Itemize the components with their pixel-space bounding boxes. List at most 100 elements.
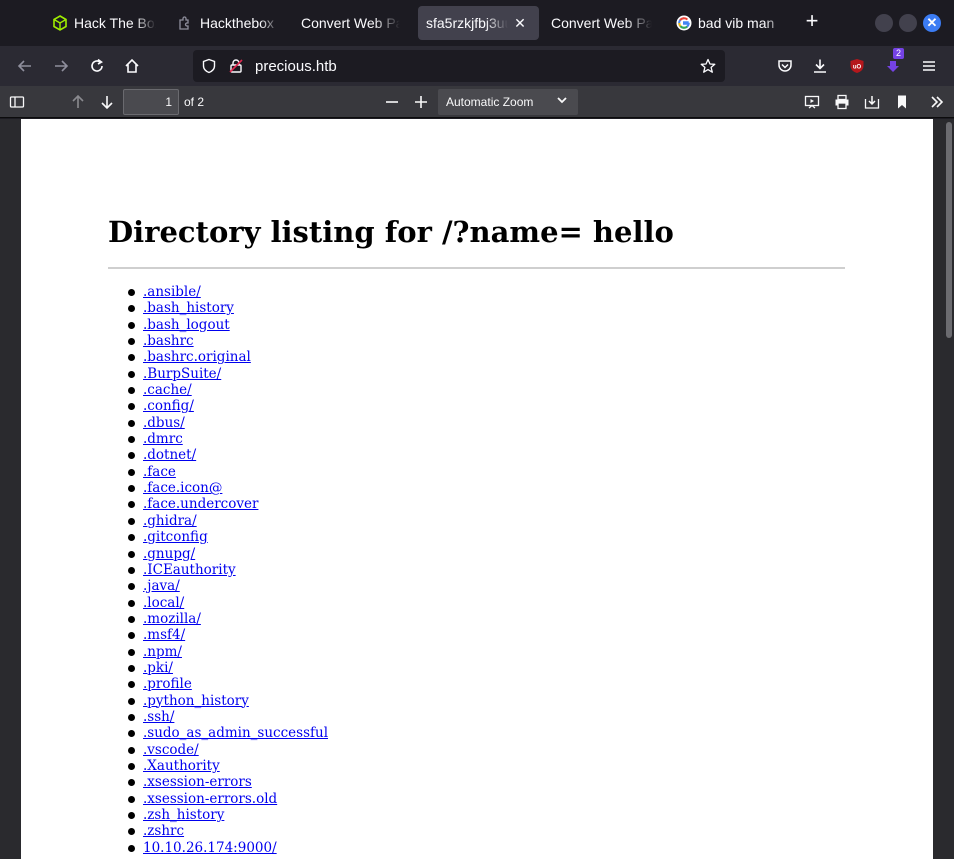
file-link[interactable]: .pki/ bbox=[143, 660, 173, 676]
file-link[interactable]: .local/ bbox=[143, 595, 184, 611]
file-link[interactable]: .gnupg/ bbox=[143, 546, 195, 562]
file-link[interactable]: .config/ bbox=[143, 398, 194, 414]
presentation-mode-button[interactable] bbox=[800, 90, 824, 114]
file-link[interactable]: .ghidra/ bbox=[143, 513, 197, 529]
minus-icon bbox=[386, 101, 398, 103]
star-bookmark-icon[interactable] bbox=[700, 58, 716, 79]
file-link[interactable]: .bash_history bbox=[143, 300, 234, 316]
save-button[interactable] bbox=[860, 90, 884, 114]
previous-page-button[interactable] bbox=[66, 90, 90, 114]
print-button[interactable] bbox=[830, 90, 854, 114]
zoom-select[interactable]: Automatic Zoom bbox=[438, 89, 578, 115]
chevron-down-icon bbox=[556, 94, 568, 109]
tools-menu-button[interactable] bbox=[925, 90, 949, 114]
google-g-icon bbox=[676, 15, 692, 31]
zoom-out-button[interactable] bbox=[380, 90, 404, 114]
file-link[interactable]: .ssh/ bbox=[143, 709, 174, 725]
url-bar[interactable]: precious.htb bbox=[193, 50, 725, 82]
presentation-icon bbox=[804, 95, 820, 109]
home-button[interactable] bbox=[120, 54, 144, 78]
arrow-up-icon bbox=[72, 94, 84, 108]
file-link[interactable]: .sudo_as_admin_successful bbox=[143, 725, 328, 741]
url-text[interactable]: precious.htb bbox=[255, 58, 337, 75]
tab-title: Hack The Box bbox=[74, 15, 156, 31]
tab-convert-web-page-2[interactable]: Convert Web Page bbox=[544, 6, 658, 40]
bookmark-button[interactable] bbox=[890, 90, 914, 114]
file-link[interactable]: .msf4/ bbox=[143, 627, 185, 643]
pocket-button[interactable] bbox=[773, 54, 797, 78]
list-item: .pki/ bbox=[127, 660, 328, 676]
file-link[interactable]: .face.undercover bbox=[143, 496, 258, 512]
file-link[interactable]: .ansible/ bbox=[143, 284, 201, 300]
downloads-button[interactable] bbox=[808, 54, 832, 78]
ublock-origin-button[interactable]: uO bbox=[845, 54, 869, 78]
file-link[interactable]: .ICEauthority bbox=[143, 562, 236, 578]
tab-close-icon[interactable]: ✕ bbox=[512, 15, 528, 32]
window-close-button[interactable]: ✕ bbox=[923, 14, 941, 32]
list-item: .face.undercover bbox=[127, 496, 328, 512]
back-button[interactable] bbox=[13, 54, 37, 78]
next-page-button[interactable] bbox=[95, 90, 119, 114]
tab-convert-web-page-1[interactable]: Convert Web Page bbox=[294, 6, 408, 40]
list-item: .face bbox=[127, 464, 328, 480]
list-item: .config/ bbox=[127, 398, 328, 414]
tab-active-pdf[interactable]: sfa5rzkjfbj3uu ✕ bbox=[418, 6, 539, 40]
file-link[interactable]: .cache/ bbox=[143, 382, 192, 398]
app-menu-button[interactable] bbox=[917, 54, 941, 78]
file-link[interactable]: .java/ bbox=[143, 578, 180, 594]
file-link[interactable]: .xsession-errors.old bbox=[143, 791, 277, 807]
file-link[interactable]: .bash_logout bbox=[143, 317, 230, 333]
tab-google-search[interactable]: bad vib man bbox=[668, 6, 786, 40]
list-item: .bashrc.original bbox=[127, 349, 328, 365]
file-link[interactable]: .gitconfig bbox=[143, 529, 208, 545]
shield-icon[interactable] bbox=[201, 58, 217, 79]
page-number-input[interactable]: 1 bbox=[123, 89, 179, 115]
file-link[interactable]: .bashrc.original bbox=[143, 349, 251, 365]
insecure-lock-icon[interactable] bbox=[228, 58, 244, 79]
reload-button[interactable] bbox=[85, 54, 109, 78]
forward-button[interactable] bbox=[49, 54, 73, 78]
file-link[interactable]: .dotnet/ bbox=[143, 447, 196, 463]
extension-button[interactable]: 2 bbox=[882, 48, 906, 78]
list-item: .zsh_history bbox=[127, 807, 328, 823]
tab-title: bad vib man bbox=[698, 15, 775, 31]
file-link[interactable]: 10.10.26.174:9000/ bbox=[143, 840, 277, 856]
list-item: 10.10.26.174:9000/ bbox=[127, 840, 328, 856]
file-link[interactable]: .vscode/ bbox=[143, 742, 199, 758]
file-link[interactable]: .bashrc bbox=[143, 333, 194, 349]
zoom-select-value: Automatic Zoom bbox=[446, 95, 534, 109]
file-link[interactable]: .face.icon@ bbox=[143, 480, 222, 496]
tab-hackthebox[interactable]: Hackthebox bbox=[170, 6, 282, 40]
zoom-in-button[interactable] bbox=[409, 90, 433, 114]
vertical-scrollbar[interactable] bbox=[946, 122, 952, 338]
file-link[interactable]: .dmrc bbox=[143, 431, 183, 447]
download-icon bbox=[814, 59, 826, 73]
tab-hack-the-box[interactable]: Hack The Box bbox=[44, 6, 158, 40]
list-item: .gnupg/ bbox=[127, 546, 328, 562]
file-link[interactable]: .dbus/ bbox=[143, 415, 185, 431]
arrow-right-icon bbox=[55, 60, 69, 72]
file-link[interactable]: .mozilla/ bbox=[143, 611, 201, 627]
file-link[interactable]: .BurpSuite/ bbox=[143, 366, 221, 382]
file-link[interactable]: .npm/ bbox=[143, 644, 182, 660]
pdf-viewer: Directory listing for /?name= hello .ans… bbox=[0, 119, 954, 859]
list-item: .python_history bbox=[127, 693, 328, 709]
file-link[interactable]: .face bbox=[143, 464, 176, 480]
list-item: .npm/ bbox=[127, 644, 328, 660]
minimize-button[interactable] bbox=[875, 14, 893, 32]
file-link[interactable]: .zsh_history bbox=[143, 807, 224, 823]
file-link[interactable]: .Xauthority bbox=[143, 758, 220, 774]
toggle-sidebar-button[interactable] bbox=[5, 90, 29, 114]
save-download-icon bbox=[864, 96, 880, 109]
navigation-toolbar: precious.htb uO 2 bbox=[0, 46, 954, 86]
list-item: .ssh/ bbox=[127, 709, 328, 725]
file-link[interactable]: .python_history bbox=[143, 693, 249, 709]
list-item: .face.icon@ bbox=[127, 480, 328, 496]
hamburger-menu-icon bbox=[923, 61, 935, 71]
tab-title: Convert Web Page bbox=[301, 15, 400, 31]
maximize-button[interactable] bbox=[899, 14, 917, 32]
new-tab-button[interactable]: + bbox=[800, 10, 824, 34]
file-link[interactable]: .profile bbox=[143, 676, 192, 692]
file-link[interactable]: .zshrc bbox=[143, 823, 184, 839]
file-link[interactable]: .xsession-errors bbox=[143, 774, 252, 790]
